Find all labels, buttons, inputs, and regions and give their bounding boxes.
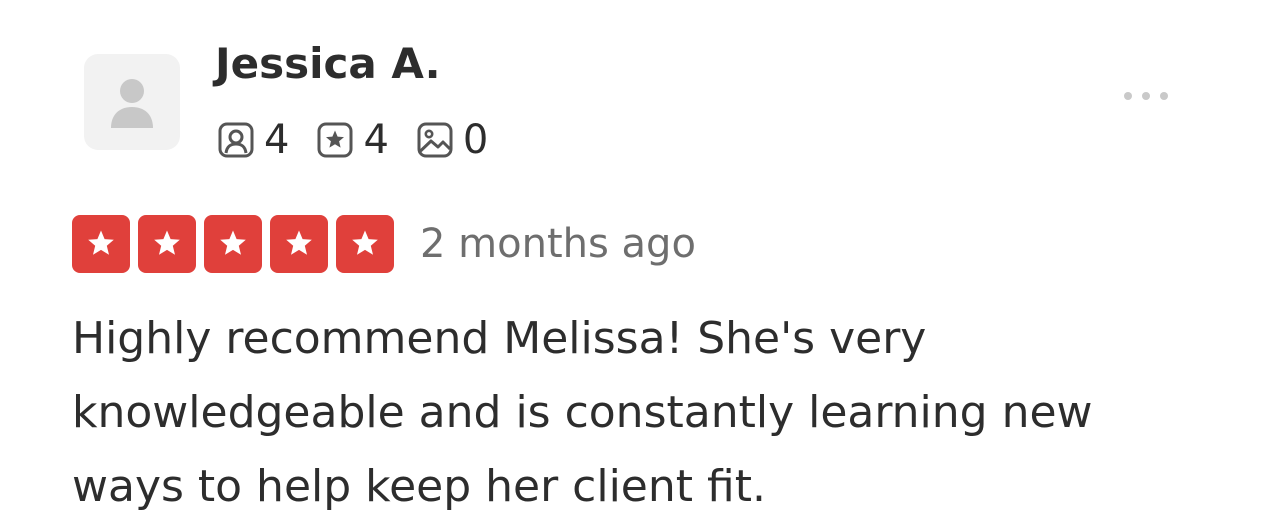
- photos-count: 0: [462, 117, 489, 163]
- friends-icon: [216, 120, 256, 160]
- rating-star-box: [336, 215, 394, 273]
- review-date: 2 months ago: [420, 221, 696, 267]
- star-icon: [286, 230, 312, 255]
- more-options-button[interactable]: [1106, 76, 1186, 116]
- photos-icon: [415, 120, 455, 160]
- friends-stat: 4: [216, 116, 289, 164]
- rating-star-box: [72, 215, 130, 273]
- review-card: Jessica A. 4 4 0 2 months ago Highly rec…: [0, 0, 1284, 530]
- review-text: Highly recommend Melissa! She's very kno…: [72, 313, 1093, 512]
- rating-star-box: [270, 215, 328, 273]
- reviews-count: 4: [363, 117, 389, 163]
- star-icon: [352, 230, 378, 255]
- reviews-star-icon: [315, 120, 355, 160]
- reviewer-name[interactable]: Jessica A.: [215, 38, 441, 90]
- star-icon: [154, 230, 180, 255]
- reviewer-avatar[interactable]: [84, 54, 180, 150]
- rating-star-box: [138, 215, 196, 273]
- photos-stat: 0: [415, 116, 488, 164]
- reviews-stat: 4: [315, 116, 389, 164]
- default-user-avatar-icon: [111, 79, 153, 128]
- friends-count: 4: [264, 117, 290, 163]
- rating-star-box: [204, 215, 262, 273]
- more-options-icon: [1124, 92, 1168, 100]
- star-rating: [72, 215, 394, 273]
- rating-row: 2 months ago: [72, 214, 696, 274]
- reviewer-stats: 4 4 0: [216, 114, 514, 166]
- star-icon: [88, 230, 114, 255]
- star-icon: [220, 230, 246, 255]
